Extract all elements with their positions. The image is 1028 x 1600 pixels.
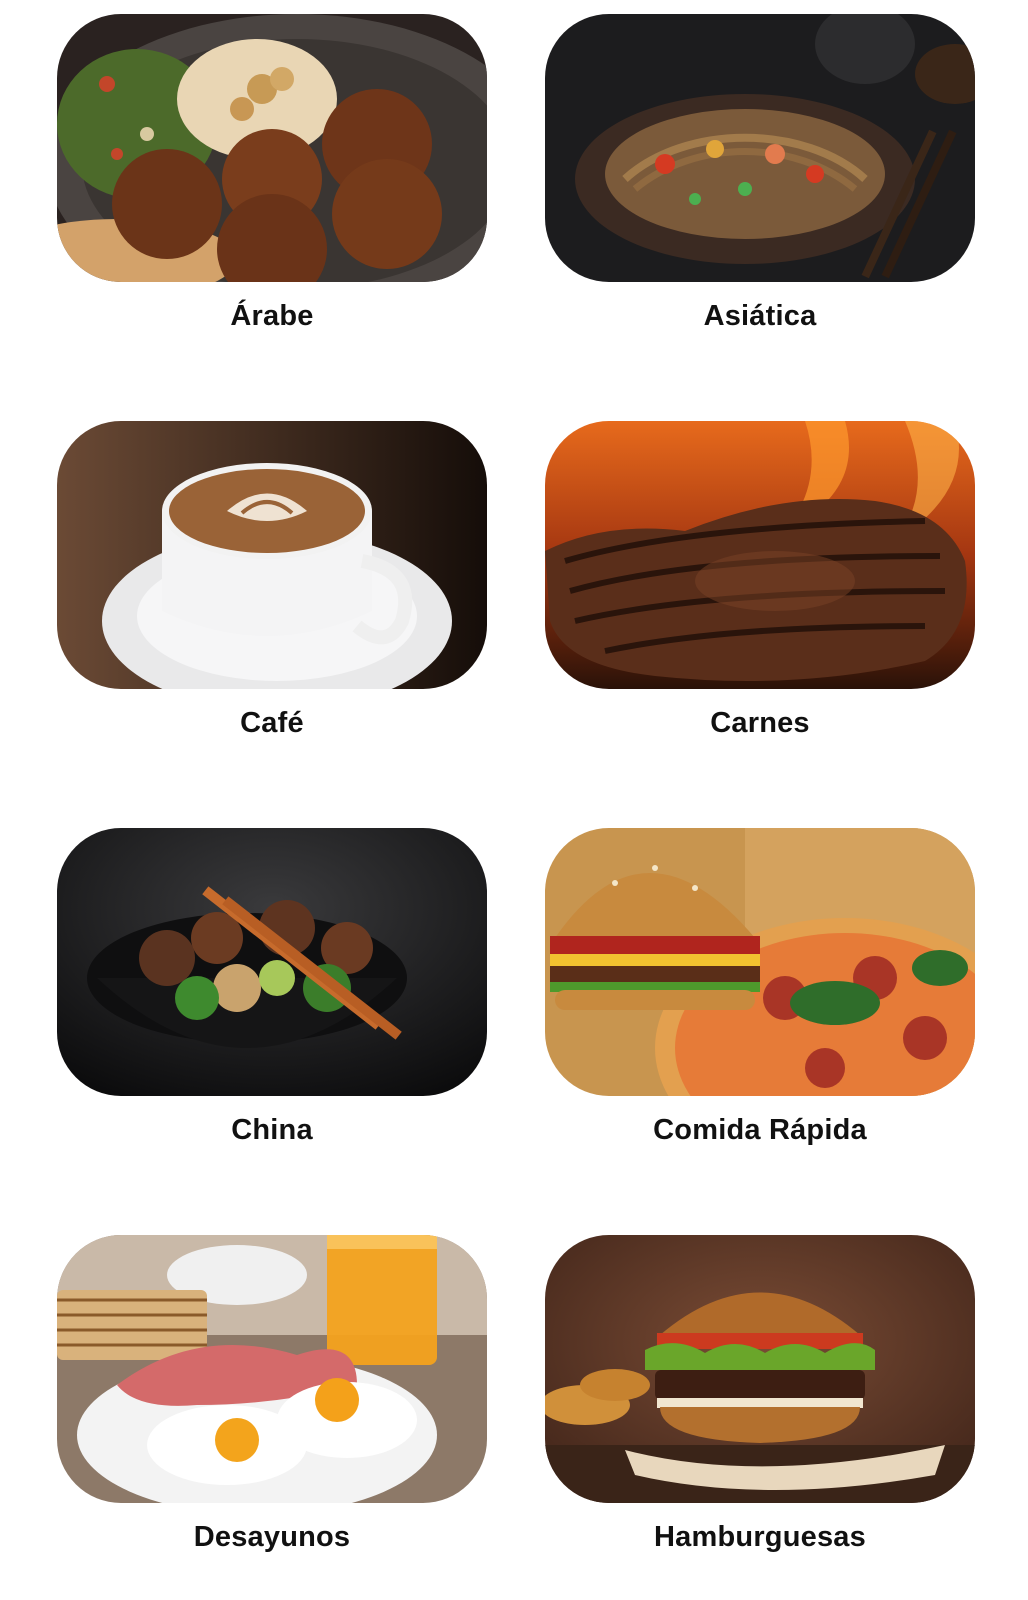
category-card-asiatica[interactable]: Asiática [545,14,975,354]
category-label: Árabe [230,300,314,332]
category-label: Comida Rápida [653,1114,867,1146]
category-label: Desayunos [193,1521,351,1553]
category-card-hamburguesas[interactable]: Hamburguesas [545,1235,975,1575]
stir-fry-noodles-image[interactable] [545,14,975,282]
burger-pizza-image[interactable] [545,828,975,1096]
category-label: Carnes [710,707,810,739]
category-card-carnes[interactable]: Carnes [545,421,975,761]
category-label: Hamburguesas [654,1521,866,1553]
category-card-china[interactable]: China [57,828,487,1168]
gourmet-burger-image[interactable] [545,1235,975,1503]
category-label: China [231,1114,313,1146]
category-label: Café [240,707,304,739]
category-card-comida-rapida[interactable]: Comida Rápida [545,828,975,1168]
category-card-desayunos[interactable]: Desayunos [57,1235,487,1575]
latte-cup-image[interactable] [57,421,487,689]
grilled-steak-image[interactable] [545,421,975,689]
category-card-arabe[interactable]: Árabe [57,14,487,354]
breakfast-image[interactable] [57,1235,487,1503]
category-label: Asiática [703,300,817,332]
category-card-cafe[interactable]: Café [57,421,487,761]
category-grid: Árabe Asiática Café Carnes China Comida … [0,0,1028,1600]
falafel-hummus-image[interactable] [57,14,487,282]
beef-broccoli-bowl-image[interactable] [57,828,487,1096]
